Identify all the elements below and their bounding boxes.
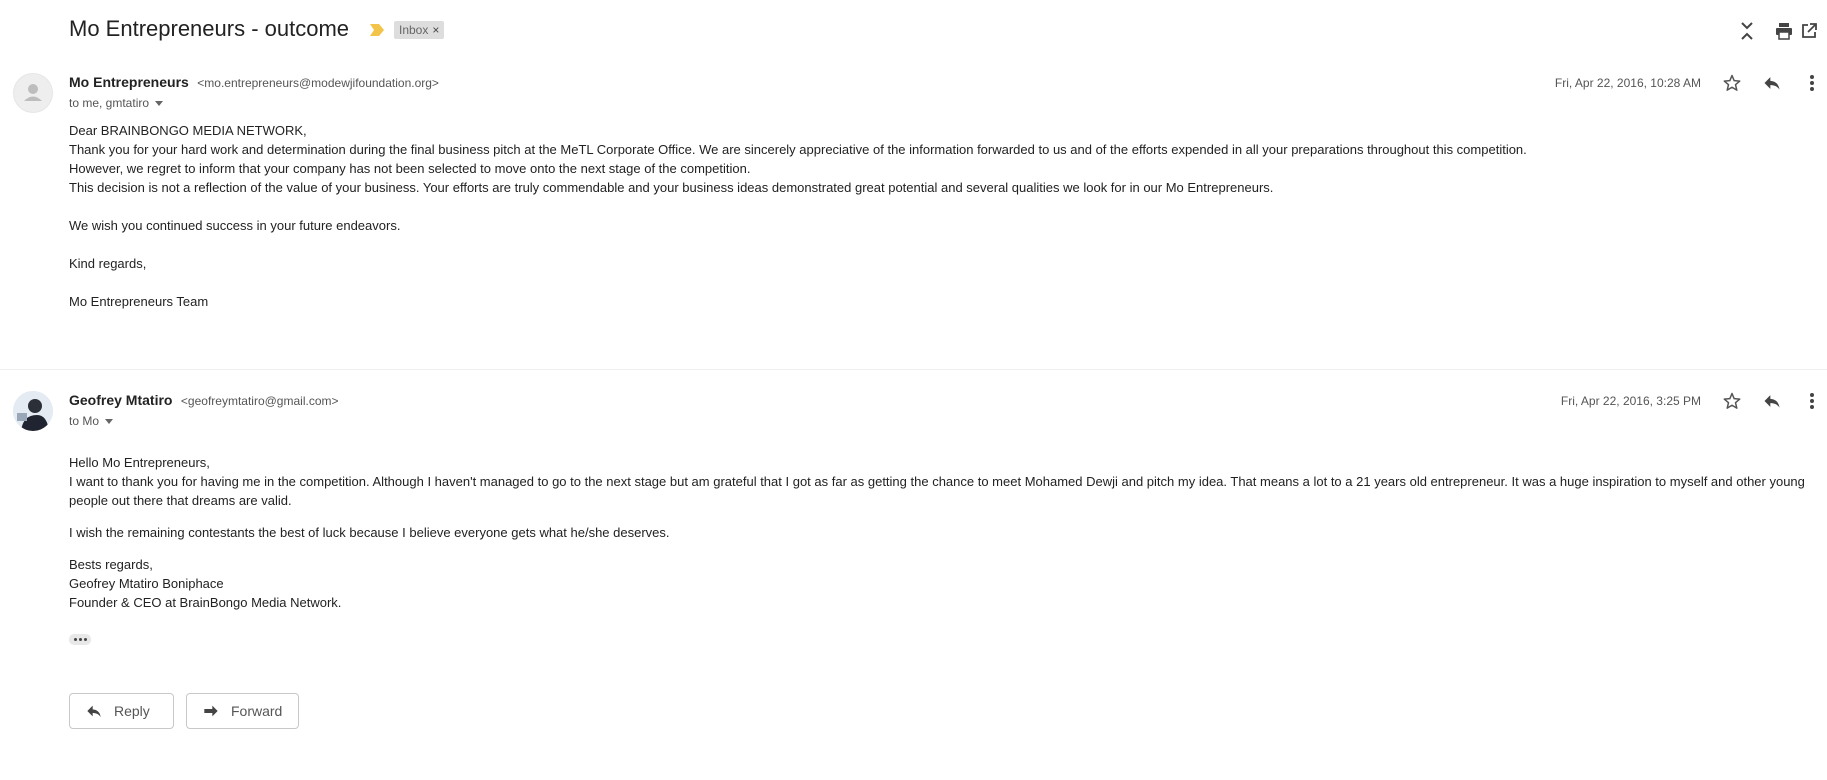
message-divider bbox=[0, 369, 1827, 370]
inbox-label-chip[interactable]: Inbox × bbox=[394, 21, 445, 39]
message-body: Hello Mo Entrepreneurs, I want to thank … bbox=[69, 453, 1821, 612]
sender-line: Geofrey Mtatiro <geofreymtatiro@gmail.co… bbox=[69, 392, 339, 410]
sender-name[interactable]: Mo Entrepreneurs bbox=[69, 74, 189, 90]
body-line: Bests regards, bbox=[69, 557, 153, 572]
forward-icon bbox=[203, 704, 219, 718]
importance-marker-icon[interactable] bbox=[369, 23, 385, 37]
body-line: I wish the remaining contestants the bes… bbox=[69, 525, 670, 540]
sender-avatar-icon bbox=[13, 391, 53, 431]
body-line: Geofrey Mtatiro Boniphace bbox=[69, 576, 224, 591]
body-line: However, we regret to inform that your c… bbox=[69, 161, 751, 176]
reply-icon[interactable] bbox=[1760, 71, 1784, 95]
body-line: I want to thank you for having me in the… bbox=[69, 474, 1805, 508]
body-line: Founder & CEO at BrainBongo Media Networ… bbox=[69, 595, 342, 610]
more-options-icon[interactable] bbox=[1800, 71, 1824, 95]
body-line: Hello Mo Entrepreneurs, bbox=[69, 455, 210, 470]
inbox-label-text: Inbox bbox=[399, 23, 429, 37]
reply-button-label: Reply bbox=[114, 703, 150, 719]
sender-line: Mo Entrepreneurs <mo.entrepreneurs@modew… bbox=[69, 74, 439, 92]
body-line: Thank you for your hard work and determi… bbox=[69, 142, 1527, 157]
message-date: Fri, Apr 22, 2016, 3:25 PM bbox=[1560, 394, 1701, 408]
default-avatar-icon bbox=[13, 73, 53, 113]
sender-email: <mo.entrepreneurs@modewjifoundation.org> bbox=[197, 76, 439, 90]
open-in-new-window-icon[interactable] bbox=[1797, 19, 1821, 43]
recipients[interactable]: to me, gmtatiro bbox=[69, 96, 164, 110]
recipients-text: to me, gmtatiro bbox=[69, 96, 150, 110]
body-line: Dear BRAINBONGO MEDIA NETWORK, bbox=[69, 123, 307, 138]
forward-button[interactable]: Forward bbox=[186, 693, 299, 729]
reply-icon[interactable] bbox=[1760, 389, 1784, 413]
print-icon[interactable] bbox=[1772, 19, 1796, 43]
body-line: This decision is not a reflection of the… bbox=[69, 180, 1274, 195]
body-line: We wish you continued success in your fu… bbox=[69, 218, 401, 233]
more-options-icon[interactable] bbox=[1800, 389, 1824, 413]
star-icon[interactable] bbox=[1720, 389, 1744, 413]
forward-button-label: Forward bbox=[231, 703, 283, 719]
message-body: Dear BRAINBONGO MEDIA NETWORK, Thank you… bbox=[69, 121, 1819, 311]
recipients-text: to Mo bbox=[69, 414, 100, 428]
remove-label-icon[interactable]: × bbox=[432, 23, 439, 37]
body-line: Kind regards, bbox=[69, 256, 147, 271]
reply-icon bbox=[86, 704, 102, 718]
thread-subject: Mo Entrepreneurs - outcome bbox=[69, 16, 350, 41]
thread-header: Mo Entrepreneurs - outcome Inbox × bbox=[0, 0, 1827, 62]
collapse-all-icon[interactable] bbox=[1735, 19, 1759, 43]
message-date: Fri, Apr 22, 2016, 10:28 AM bbox=[1554, 76, 1701, 90]
reply-button[interactable]: Reply bbox=[69, 693, 174, 729]
recipients[interactable]: to Mo bbox=[69, 414, 114, 428]
show-details-caret-icon[interactable] bbox=[105, 418, 114, 424]
show-trimmed-content-button[interactable] bbox=[69, 634, 91, 645]
star-icon[interactable] bbox=[1720, 71, 1744, 95]
sender-email: <geofreymtatiro@gmail.com> bbox=[180, 394, 339, 408]
email-thread-view: Mo Entrepreneurs - outcome Inbox × Mo En… bbox=[0, 0, 1827, 780]
sender-name[interactable]: Geofrey Mtatiro bbox=[69, 392, 172, 408]
body-line: Mo Entrepreneurs Team bbox=[69, 294, 209, 309]
show-details-caret-icon[interactable] bbox=[155, 100, 164, 106]
